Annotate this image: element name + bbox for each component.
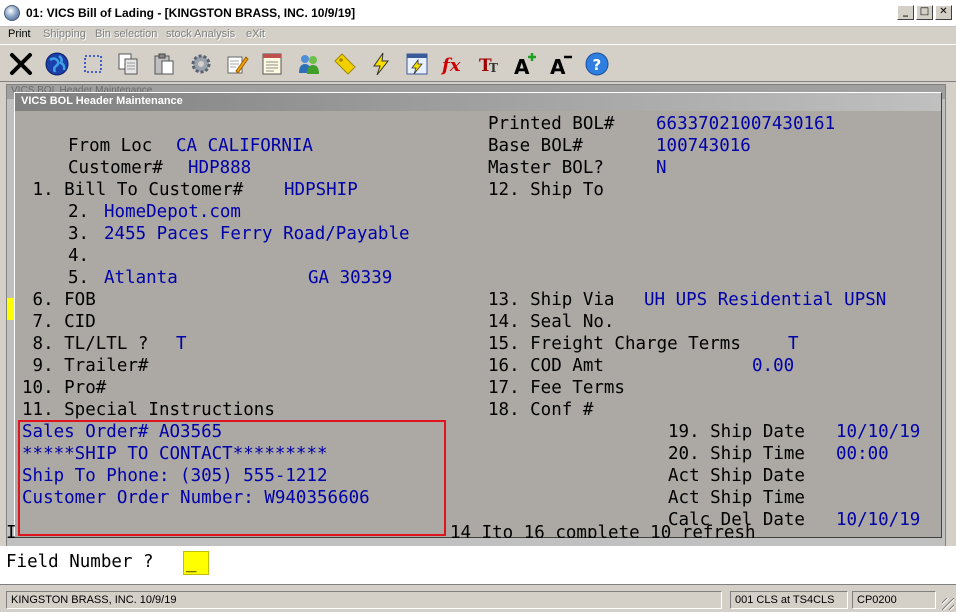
field-7-label: 7. CID: [22, 312, 96, 332]
customer-label: Customer#: [68, 158, 163, 178]
field-18-label: 18. Conf #: [488, 400, 594, 420]
field-20-label: 20. Ship Time: [668, 444, 805, 464]
window-title: 01: VICS Bill of Lading - [KINGSTON BRAS…: [26, 6, 356, 20]
tag-icon[interactable]: [330, 49, 360, 79]
menu-bar: Print Shipping Bin selection stock Analy…: [0, 27, 956, 44]
svg-text:?: ?: [593, 56, 602, 74]
paste-icon[interactable]: [149, 49, 179, 79]
field-15-label: 15. Freight Charge Terms: [488, 334, 741, 354]
app-globe-icon[interactable]: [4, 5, 20, 21]
maximize-button[interactable]: □: [916, 5, 933, 20]
field-8-value[interactable]: T: [176, 333, 187, 355]
svg-text:A: A: [514, 55, 530, 77]
field-5-label: 5.: [68, 268, 90, 288]
field-5-state-zip[interactable]: GA 30339: [308, 267, 392, 289]
menu-print[interactable]: Print: [8, 28, 31, 40]
status-program: CP0200: [852, 591, 936, 609]
field-15-value[interactable]: T: [788, 333, 799, 355]
edit-icon[interactable]: [222, 49, 252, 79]
field-11-label: 11. Special Instructions: [22, 400, 275, 420]
font-smaller-icon[interactable]: A: [546, 49, 576, 79]
toolbar: fx TT A A ?: [0, 44, 956, 82]
function-icon[interactable]: fx: [438, 49, 468, 79]
background-remnant-text: I: [6, 523, 17, 538]
resize-grip-icon[interactable]: [942, 598, 954, 610]
act-ship-time-label: Act Ship Time: [668, 488, 805, 508]
act-ship-date-label: Act Ship Date: [668, 466, 805, 486]
exit-x-icon[interactable]: [6, 49, 36, 79]
users-icon[interactable]: [294, 49, 324, 79]
svg-text:fx: fx: [440, 55, 461, 76]
field-6-label: 6. FOB: [22, 290, 96, 310]
status-bar: KINGSTON BRASS, INC. 10/9/19 001 CLS at …: [0, 588, 956, 612]
copy-icon[interactable]: [113, 49, 143, 79]
field-12-label: 12. Ship To: [488, 180, 604, 200]
printed-bol-label: Printed BOL#: [488, 114, 615, 134]
master-bol-value[interactable]: N: [656, 157, 667, 179]
calc-del-date-value: 10/10/19: [836, 510, 921, 530]
title-bar: 01: VICS Bill of Lading - [KINGSTON BRAS…: [0, 0, 956, 27]
field-1-value[interactable]: HDPSHIP: [284, 179, 358, 201]
close-button[interactable]: ✕: [935, 5, 952, 20]
select-icon[interactable]: [78, 49, 108, 79]
field-20-value[interactable]: 00:00: [836, 443, 889, 465]
field-13-value[interactable]: UH UPS Residential UPSN: [644, 289, 886, 311]
background-remnant-text: 14 Ito 16 complete 10 refresh: [450, 523, 756, 538]
menu-shipping[interactable]: Shipping: [43, 28, 86, 40]
from-loc-label: From Loc: [68, 136, 153, 156]
calc-icon[interactable]: [402, 49, 432, 79]
field-10-label: 10. Pro#: [22, 378, 107, 398]
customer-value[interactable]: HDP888: [188, 157, 251, 179]
field-2-label: 2.: [68, 202, 90, 222]
field-1-label: 1. Bill To Customer#: [22, 180, 244, 200]
font-icon[interactable]: TT: [474, 49, 504, 79]
field-16-value[interactable]: 0.00: [752, 355, 794, 377]
from-loc-value[interactable]: CA CALIFORNIA: [176, 135, 313, 157]
status-session: 001 CLS at TS4CLS: [730, 591, 848, 609]
base-bol-value: 100743016: [656, 136, 751, 156]
font-bigger-icon[interactable]: A: [510, 49, 540, 79]
field-19-value[interactable]: 10/10/19: [836, 421, 920, 443]
field-4-label: 4.: [68, 246, 90, 266]
field-19-label: 19. Ship Date: [668, 422, 805, 442]
svg-text:A: A: [550, 55, 566, 77]
field-13-label: 13. Ship Via: [488, 290, 615, 310]
field-8-label: 8. TL/LTL ?: [22, 334, 149, 354]
prompt-area: Field Number ?: [0, 546, 956, 584]
svg-text:T: T: [489, 61, 498, 75]
field-2-value[interactable]: HomeDepot.com: [104, 201, 241, 223]
field-3-value[interactable]: 2455 Paces Ferry Road/Payable: [104, 223, 410, 245]
field-5-city[interactable]: Atlanta: [104, 267, 178, 289]
field-number-prompt: Field Number ?: [6, 552, 154, 572]
field-number-input[interactable]: _: [183, 551, 209, 575]
menu-exit[interactable]: eXit: [246, 28, 265, 40]
menu-bin-selection[interactable]: Bin selection: [95, 28, 157, 40]
printed-bol-value: 66337021007430161: [656, 114, 836, 134]
notes-icon[interactable]: [257, 49, 287, 79]
highlight-box: [18, 420, 446, 536]
master-bol-label: Master BOL?: [488, 158, 604, 178]
field-17-label: 17. Fee Terms: [488, 378, 625, 398]
window-controls: _ □ ✕: [897, 5, 952, 20]
field-14-label: 14. Seal No.: [488, 312, 615, 332]
status-company: KINGSTON BRASS, INC. 10/9/19: [6, 591, 722, 609]
base-bol-label: Base BOL#: [488, 136, 583, 156]
minimize-button[interactable]: _: [897, 5, 914, 20]
field-3-label: 3.: [68, 224, 90, 244]
globe-icon[interactable]: [42, 49, 72, 79]
help-icon[interactable]: ?: [582, 49, 612, 79]
dialog-title: VICS BOL Header Maintenance: [15, 93, 941, 111]
field-16-label: 16. COD Amt: [488, 356, 604, 376]
field-9-label: 9. Trailer#: [22, 356, 149, 376]
gear-icon[interactable]: [186, 49, 216, 79]
lightning-icon[interactable]: [366, 49, 396, 79]
menu-stock-analysis[interactable]: stock Analysis: [166, 28, 235, 40]
